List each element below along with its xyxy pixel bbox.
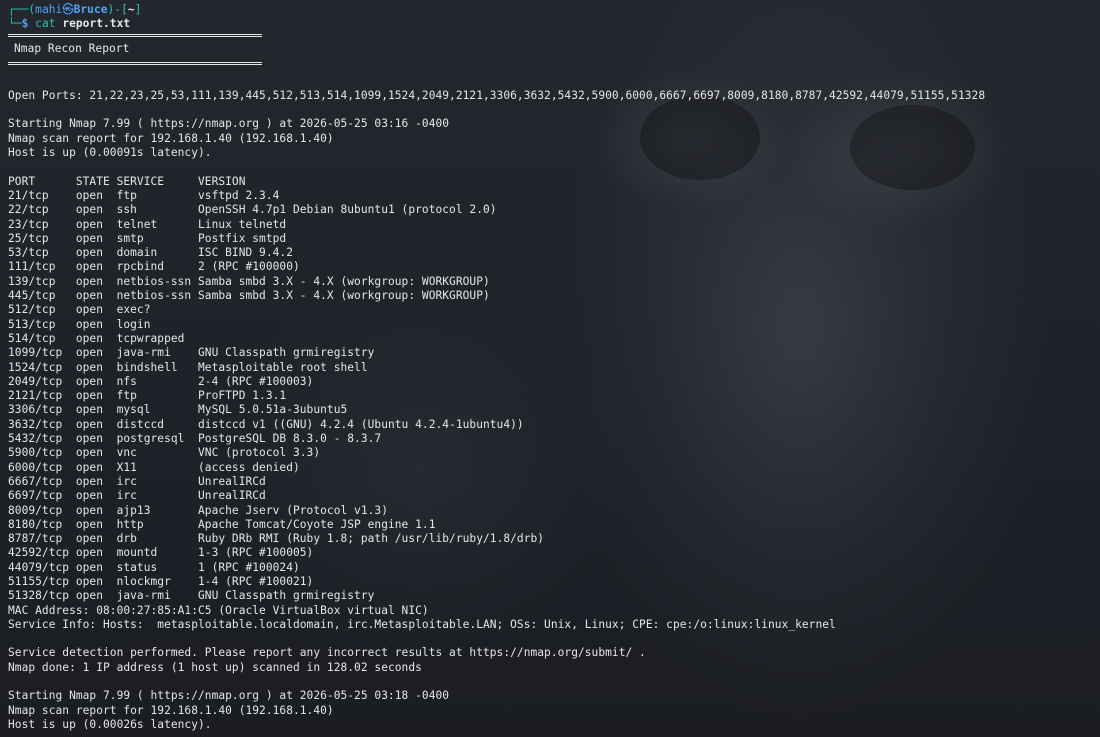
table-row: 6697/tcp open irc UnrealIRCd	[8, 489, 266, 503]
table-row: 5432/tcp open postgresql PostgreSQL DB 8…	[8, 432, 382, 446]
nmap-done: Nmap done: 1 IP address (1 host up) scan…	[8, 660, 422, 674]
scan1-starting: Starting Nmap 7.99 ( https://nmap.org ) …	[8, 117, 450, 131]
prompt-line-command: └─$ cat report.txt	[8, 17, 131, 31]
table-row: 445/tcp open netbios-ssn Samba smbd 3.X …	[8, 289, 490, 303]
table-row: 3306/tcp open mysql MySQL 5.0.51a-3ubunt…	[8, 403, 348, 417]
table-row: 1524/tcp open bindshell Metasploitable r…	[8, 360, 368, 374]
table-row: 8009/tcp open ajp13 Apache Jserv (Protoc…	[8, 503, 388, 517]
report-banner: Nmap Recon Report	[8, 33, 262, 65]
table-row: 2049/tcp open nfs 2-4 (RPC #100003)	[8, 374, 314, 388]
table-row: 42592/tcp open mountd 1-3 (RPC #100005)	[8, 546, 314, 560]
service-detection: Service detection performed. Please repo…	[8, 646, 646, 660]
command-name: cat	[35, 17, 56, 31]
prompt-host: Bruce	[73, 3, 108, 16]
table-row: 6000/tcp open X11 (access denied)	[8, 460, 300, 474]
prompt-separator: ㉿	[62, 3, 74, 16]
table-row: 3632/tcp open distccd distccd v1 ((GNU) …	[8, 417, 524, 431]
port-table-header: PORT STATE SERVICE VERSION	[8, 174, 246, 188]
mac-address: MAC Address: 08:00:27:85:A1:C5 (Oracle V…	[8, 603, 429, 617]
service-info: Service Info: Hosts: metasploitable.loca…	[8, 617, 836, 631]
table-row: 512/tcp open exec?	[8, 303, 151, 317]
table-row: 8180/tcp open http Apache Tomcat/Coyote …	[8, 517, 436, 531]
scan1-report-for: Nmap scan report for 192.168.1.40 (192.1…	[8, 131, 334, 145]
open-ports-line: Open Ports: 21,22,23,25,53,111,139,445,5…	[8, 88, 986, 102]
terminal-output[interactable]: ┌──(mahi㉿Bruce)-[~] └─$ cat report.txt N…	[8, 3, 1098, 735]
table-row: 51155/tcp open nlockmgr 1-4 (RPC #100021…	[8, 574, 314, 588]
table-row: 111/tcp open rpcbind 2 (RPC #100000)	[8, 260, 300, 274]
table-row: 23/tcp open telnet Linux telnetd	[8, 217, 287, 231]
table-row: 2121/tcp open ftp ProFTPD 1.3.1	[8, 389, 287, 403]
command-argument: report.txt	[62, 17, 131, 31]
table-row: 5900/tcp open vnc VNC (protocol 3.3)	[8, 446, 321, 460]
table-row: 44079/tcp open status 1 (RPC #100024)	[8, 560, 300, 574]
table-row: 513/tcp open login	[8, 317, 151, 331]
table-row: 139/tcp open netbios-ssn Samba smbd 3.X …	[8, 274, 490, 288]
prompt-path: ~	[127, 3, 135, 16]
table-row: 21/tcp open ftp vsftpd 2.3.4	[8, 188, 280, 202]
scan2-host-up: Host is up (0.00026s latency).	[8, 717, 212, 731]
banner-title: Nmap Recon Report	[14, 41, 130, 55]
scan2-starting: Starting Nmap 7.99 ( https://nmap.org ) …	[8, 689, 450, 703]
table-row: 53/tcp open domain ISC BIND 9.4.2	[8, 246, 293, 260]
table-row: 25/tcp open smtp Postfix smtpd	[8, 231, 287, 245]
prompt-user: mahi	[35, 3, 63, 16]
table-row: 51328/tcp open java-rmi GNU Classpath gr…	[8, 589, 375, 603]
scan1-host-up: Host is up (0.00091s latency).	[8, 146, 212, 160]
port-table: 21/tcp open ftp vsftpd 2.3.4 22/tcp open …	[8, 189, 1098, 604]
scan2-report-for: Nmap scan report for 192.168.1.40 (192.1…	[8, 703, 334, 717]
prompt-line-top: ┌──(mahi㉿Bruce)-[~]	[8, 3, 142, 16]
table-row: 1099/tcp open java-rmi GNU Classpath grm…	[8, 346, 375, 360]
table-row: 6667/tcp open irc UnrealIRCd	[8, 474, 266, 488]
table-row: 22/tcp open ssh OpenSSH 4.7p1 Debian 8ub…	[8, 203, 497, 217]
table-row: 8787/tcp open drb Ruby DRb RMI (Ruby 1.8…	[8, 532, 545, 546]
table-row: 514/tcp open tcpwrapped	[8, 331, 185, 345]
